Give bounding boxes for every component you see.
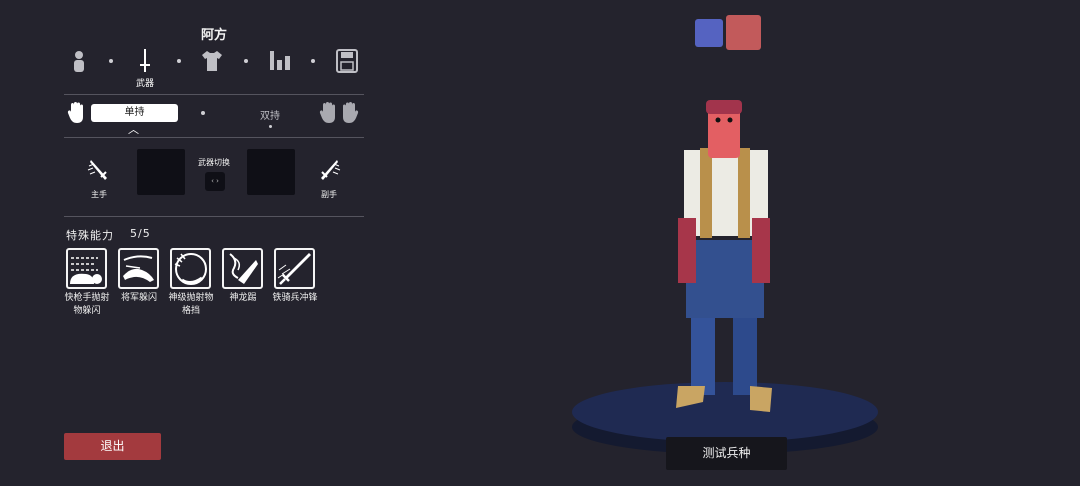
shirt-icon	[202, 51, 222, 71]
unit-preview-viewport[interactable]	[560, 90, 890, 460]
editor-tabs: 武器	[64, 48, 364, 89]
ability-name-line2: 格挡	[181, 306, 200, 316]
gunslinger-dodge-icon	[70, 257, 102, 284]
dragon-kick-icon	[229, 253, 258, 284]
ability-name-line1: 铁骑兵冲锋	[272, 293, 318, 303]
tab-stats[interactable]	[265, 48, 295, 74]
dual-hands-icon	[319, 102, 359, 123]
tab-clothing[interactable]	[197, 48, 227, 74]
tab-separator	[109, 59, 113, 63]
tab-separator	[244, 59, 248, 63]
ability-general-dodge[interactable]: 将军躲闪	[118, 248, 160, 305]
team-red-swatch[interactable]	[726, 15, 761, 50]
ability-god-block[interactable]: 神级抛射物 格挡	[168, 248, 214, 318]
divider	[64, 216, 364, 217]
weapon-switch-label: 武器切换	[198, 158, 230, 167]
exit-button[interactable]: 退出	[64, 433, 161, 460]
tab-weapon-label: 武器	[135, 79, 154, 89]
ability-name-line2: 物躲闪	[73, 306, 101, 316]
divider	[64, 137, 364, 138]
selected-caret-icon: ︿	[128, 123, 139, 136]
person-icon	[74, 51, 84, 72]
abilities-count: 5/5	[130, 227, 151, 240]
dual-grip-option[interactable]: 双持	[260, 107, 280, 122]
main-hand-sword-icon	[87, 160, 107, 180]
unit-character	[676, 100, 772, 412]
bar-stats-icon	[270, 51, 290, 70]
ability-knight-charge[interactable]: 铁骑兵冲锋	[272, 248, 318, 305]
general-dodge-icon	[123, 255, 154, 282]
single-grip-option[interactable]: 单持	[91, 104, 178, 122]
tab-separator	[177, 59, 181, 63]
abilities-heading: 特殊能力	[66, 229, 114, 242]
off-hand-sword-icon	[321, 160, 341, 180]
tab-separator	[311, 59, 315, 63]
off-hand-label: 副手	[321, 190, 337, 199]
sword-icon	[140, 49, 150, 72]
tab-unit[interactable]	[64, 48, 94, 74]
test-unit-button[interactable]: 测试兵种	[666, 437, 787, 470]
weapon-switch-button[interactable]: ‹ ›	[205, 172, 225, 191]
ability-name-line1: 神级抛射物	[168, 293, 214, 303]
team-blue-swatch[interactable]	[695, 19, 723, 47]
divider	[64, 94, 364, 95]
main-hand-weapon-slot[interactable]	[137, 149, 185, 195]
grip-separator	[201, 111, 205, 115]
ability-name-line1: 神龙踢	[229, 293, 257, 303]
tab-weapon[interactable]: 武器	[130, 48, 160, 89]
dual-indicator-dot	[269, 125, 272, 128]
ability-name-line1: 将军躲闪	[120, 293, 157, 303]
single-hand-icon	[67, 102, 83, 123]
tab-save[interactable]	[332, 48, 362, 74]
main-hand-label: 主手	[91, 190, 107, 199]
ability-gunslinger-dodge[interactable]: 快枪手抛射 物躲闪	[64, 248, 110, 318]
god-block-icon	[174, 253, 207, 285]
unit-name-title: 阿方	[200, 28, 227, 43]
ability-dragon-kick[interactable]: 神龙踢	[222, 248, 264, 305]
unit-editor-panel: 阿方 武器 单持 ︿ 双持 主手 武器切换 ‹ › 副手 特殊能力 5/5 快枪…	[64, 0, 364, 486]
off-hand-weapon-slot[interactable]	[247, 149, 295, 195]
ability-name-line1: 快枪手抛射	[64, 293, 110, 303]
save-disk-icon	[336, 49, 358, 73]
platform-top	[572, 382, 878, 442]
knight-charge-icon	[277, 253, 311, 285]
